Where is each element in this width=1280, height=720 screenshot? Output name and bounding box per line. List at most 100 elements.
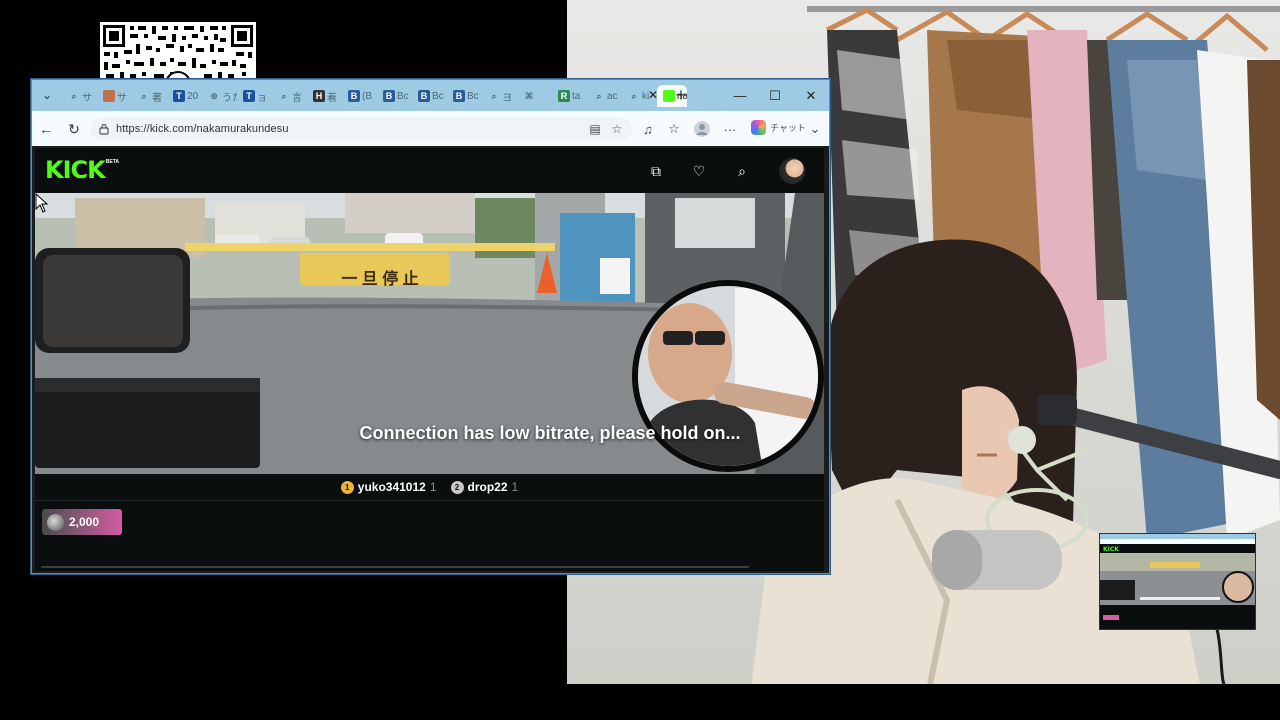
search-icon: ⌕ [71, 90, 77, 101]
qr-code [100, 22, 256, 82]
browse-icon[interactable]: ⧉ [646, 161, 666, 181]
top-gifter[interactable]: 2 drop22 1 [450, 480, 519, 494]
browser-tab[interactable]: B Bc [412, 85, 447, 107]
globe-icon: ⊕ [210, 90, 218, 101]
top-gifters-bar: 1 yuko341012 1 2 drop22 1 [35, 474, 824, 501]
gifter-name: yuko341012 [357, 480, 426, 494]
maximize-button[interactable]: ☐ [757, 80, 793, 111]
horizontal-scrollbar[interactable] [41, 566, 749, 568]
tab-strip: ⌕ササ⌕著T20⊕うたTョ⌕言H着B(BBBcBBcBBc⌕ヨ⌘Rta⌕ac⌕k… [62, 85, 687, 107]
tab-bar: ⌄ ⌕ササ⌕著T20⊕うたTョ⌕言H着B(BBBcBBcBBc⌕ヨ⌘Rta⌕ac… [32, 80, 829, 111]
b-icon: B [383, 90, 395, 102]
rank-badge-icon: 1 [340, 480, 354, 494]
refresh-button[interactable]: ↻ [64, 119, 84, 139]
kick-header: KICK BETA ⧉ ♡ ⌕ [35, 148, 824, 193]
browser-tab[interactable]: サ [97, 85, 132, 107]
tab-label: 言 [292, 92, 302, 104]
tab-label: 着 [327, 92, 337, 104]
browser-tab[interactable]: Rta [552, 85, 587, 107]
favorite-star-icon[interactable]: ☆ [610, 122, 624, 136]
url-text[interactable]: https://kick.com/nakamurakundesu [116, 123, 289, 135]
tab-label: ac [607, 90, 618, 102]
gifter-name: drop22 [467, 480, 508, 494]
t-icon: T [243, 90, 255, 102]
copilot-icon [751, 120, 766, 135]
minimize-button[interactable]: — [722, 80, 758, 111]
collections-icon[interactable]: ☆ [664, 119, 684, 139]
h-icon: H [313, 90, 325, 102]
tab-label: Bc [397, 90, 409, 102]
reader-mode-icon[interactable]: ▤ [588, 122, 602, 136]
tab-label: サ [117, 92, 127, 104]
browser-tab[interactable]: B (B [342, 85, 377, 107]
b-icon: B [418, 90, 430, 102]
search-icon: ⌕ [141, 90, 147, 101]
kicks-amount: 2,000 [69, 515, 100, 529]
browser-tab[interactable]: T 20 [167, 85, 202, 107]
kicks-balance-button[interactable]: 2,000 [42, 509, 122, 535]
svg-text:KICK: KICK [1103, 546, 1119, 553]
search-icon: ⌕ [281, 90, 287, 101]
browser-tab[interactable]: B Bc [447, 85, 482, 107]
tab-actions-menu-icon[interactable]: ⌄ [38, 86, 56, 104]
t-icon: T [173, 90, 185, 102]
browser-tab[interactable]: ⌘ [517, 85, 552, 107]
tab-label: Bc [467, 90, 479, 102]
r-icon: R [558, 90, 570, 102]
close-window-button[interactable]: ✕ [793, 80, 829, 111]
top-gifter[interactable]: 1 yuko341012 1 [340, 480, 437, 494]
copilot-label: チャット [770, 123, 806, 133]
browser-tab[interactable]: H着 [307, 85, 342, 107]
tab-label: ta [572, 90, 581, 102]
tab-label: Bc [432, 90, 444, 102]
browser-tab[interactable]: ⌕ 言 [272, 85, 307, 107]
video-player[interactable]: 一 旦 停 止 Connection has low bitrate, plea… [35, 193, 824, 474]
search-icon: ⌕ [596, 90, 602, 101]
copilot-chat-button[interactable]: チャット [751, 120, 806, 135]
kick-page: KICK BETA ⧉ ♡ ⌕ 一 旦 停 止 Connection has l… [35, 148, 824, 571]
tab-label: サ [82, 92, 92, 104]
browser-tab[interactable]: B Bc [377, 85, 412, 107]
browser-tab[interactable]: ⌕ ac [587, 85, 622, 107]
user-avatar[interactable] [779, 158, 805, 184]
beta-badge: BETA [105, 159, 119, 165]
browser-toolbar: ← ↻ https://kick.com/nakamurakundesu ▤ ☆… [32, 111, 829, 146]
rank-badge-icon: 2 [450, 480, 464, 494]
chevron-down-icon[interactable]: ⌄ [808, 119, 822, 139]
new-tab-button[interactable]: + [670, 84, 692, 106]
b-icon: B [453, 90, 465, 102]
low-bitrate-message: Connection has low bitrate, please hold … [359, 423, 741, 443]
back-button[interactable]: ← [36, 119, 56, 139]
code-icon: ⌘ [524, 90, 534, 101]
browser-tab[interactable]: ⊕ うた [202, 85, 237, 107]
tab-label: 著 [152, 92, 162, 104]
lock-icon [99, 123, 109, 135]
mouse-cursor-icon [35, 193, 49, 213]
address-bar[interactable]: https://kick.com/nakamurakundesu ▤ ☆ [90, 117, 632, 140]
search-icon: ⌕ [631, 90, 637, 101]
browser-tab[interactable]: ⌕ 著 [132, 85, 167, 107]
close-tab-icon[interactable]: ✕ [645, 85, 661, 105]
search-icon: ⌕ [491, 90, 497, 101]
browser-tab[interactable]: Tョ [237, 85, 272, 107]
tab-label: ョ [257, 92, 267, 104]
extensions-icon[interactable]: ♫ [638, 119, 658, 139]
search-icon[interactable]: ⌕ [732, 161, 752, 181]
browser-tab[interactable]: ⌕ ヨ [482, 85, 517, 107]
profile-avatar[interactable] [692, 119, 712, 139]
tab-label: ヨ [502, 92, 512, 104]
following-heart-icon[interactable]: ♡ [689, 161, 709, 181]
kicks-coin-icon [47, 513, 64, 531]
stop-sign-text: 一 旦 停 止 [341, 271, 419, 288]
kick-logo-text: KICK [45, 156, 106, 184]
gift-count: 1 [429, 480, 437, 494]
browser-tab[interactable]: ⌕ サ [62, 85, 97, 107]
kick-logo[interactable]: KICK BETA [45, 157, 119, 183]
tab-label: 20 [187, 90, 199, 102]
tab-label: うた [222, 92, 237, 104]
gift-count: 1 [511, 480, 519, 494]
avatar-icon [103, 90, 115, 102]
browser-window: ⌄ ⌕ササ⌕著T20⊕うたTョ⌕言H着B(BBBcBBcBBc⌕ヨ⌘Rta⌕ac… [31, 79, 830, 574]
more-options-icon[interactable]: ··· [720, 119, 740, 139]
tab-label: (B [362, 90, 372, 102]
